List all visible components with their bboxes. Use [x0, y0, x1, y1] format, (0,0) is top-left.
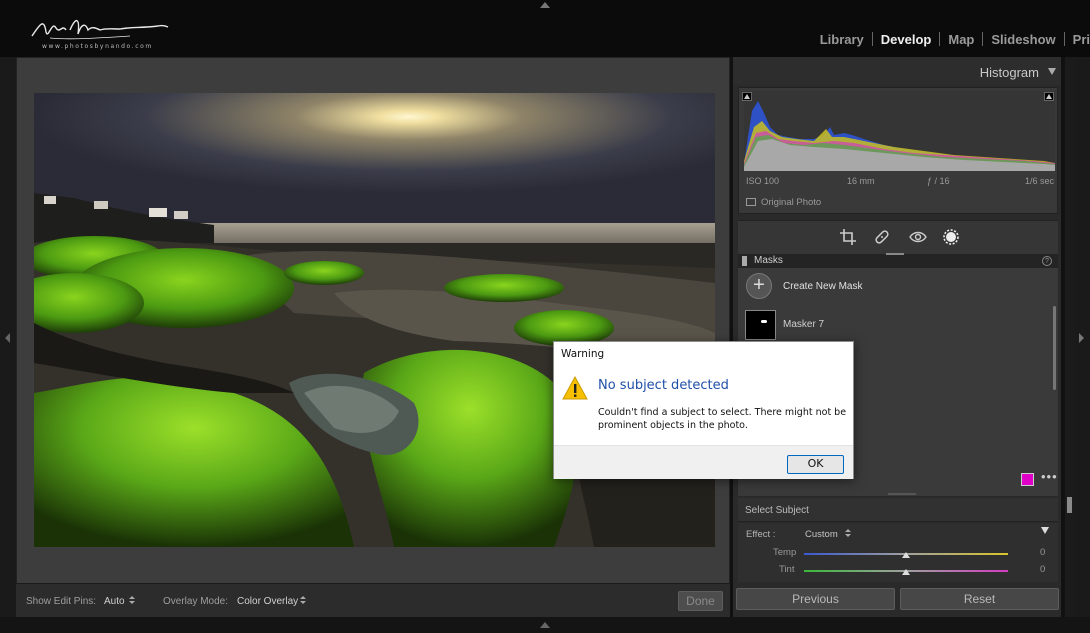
- histogram-chart: [744, 91, 1055, 171]
- effect-spinner-icon[interactable]: [845, 528, 851, 540]
- temp-slider-thumb[interactable]: [902, 552, 910, 558]
- module-slideshow[interactable]: Slideshow: [983, 32, 1063, 47]
- masks-title: Masks: [754, 255, 783, 266]
- module-map[interactable]: Map: [940, 32, 982, 47]
- info-icon[interactable]: ?: [1042, 256, 1052, 266]
- collapse-top-arrow-icon[interactable]: [540, 2, 550, 8]
- effect-preset-select[interactable]: Custom: [805, 529, 838, 540]
- histogram-panel: ISO 100 16 mm ƒ / 16 1/6 sec Original Ph…: [738, 87, 1058, 214]
- edit-pins-spinner-icon[interactable]: [129, 595, 135, 607]
- resize-handle[interactable]: [888, 493, 916, 495]
- warning-icon: [562, 376, 588, 400]
- edit-pins-select[interactable]: Auto: [104, 596, 125, 607]
- original-photo-toggle[interactable]: Original Photo: [746, 197, 821, 208]
- edit-pins-label: Show Edit Pins:: [26, 596, 97, 607]
- temp-value[interactable]: 0: [1040, 547, 1045, 558]
- healing-icon[interactable]: [873, 228, 891, 246]
- exif-aperture: ƒ / 16: [927, 176, 950, 186]
- collapse-right-arrow-icon[interactable]: [1079, 333, 1084, 343]
- right-panel-scroll-thumb[interactable]: [1067, 497, 1072, 513]
- original-photo-label: Original Photo: [761, 197, 822, 208]
- create-mask-label[interactable]: Create New Mask: [783, 281, 862, 292]
- histogram-header[interactable]: Histogram: [733, 57, 1061, 85]
- signature-logo: [31, 20, 169, 40]
- develop-right-panel: Histogram ISO 100 16 mm ƒ / 16 1/6 sec O…: [733, 57, 1061, 617]
- module-picker: Library Develop Map Slideshow Pri: [812, 31, 1090, 47]
- dialog-footer: OK: [554, 445, 853, 479]
- module-develop[interactable]: Develop: [873, 32, 940, 47]
- reset-button[interactable]: Reset: [900, 588, 1059, 610]
- overlay-mode-select[interactable]: Color Overlay: [237, 596, 298, 607]
- highlight-clipping-icon[interactable]: [1044, 92, 1054, 101]
- drag-handle[interactable]: [886, 253, 904, 255]
- shadow-clipping-icon[interactable]: [742, 92, 752, 101]
- photo-canvas: [16, 57, 730, 617]
- histogram-title: Histogram: [979, 65, 1039, 80]
- lightroom-window: www.photosbynando.com Library Develop Ma…: [0, 0, 1090, 633]
- overlay-mode-spinner-icon[interactable]: [300, 595, 306, 607]
- mask-name[interactable]: Masker 7: [783, 319, 824, 330]
- top-bar: www.photosbynando.com Library Develop Ma…: [0, 0, 1090, 57]
- exif-iso: ISO 100: [746, 176, 780, 186]
- select-subject-title: Select Subject: [745, 505, 809, 516]
- masks-scrollbar[interactable]: [1053, 306, 1056, 390]
- red-eye-icon[interactable]: [909, 228, 927, 246]
- masks-panel-icon: [742, 256, 747, 266]
- tint-label: Tint: [779, 564, 795, 575]
- tint-value[interactable]: 0: [1040, 564, 1045, 575]
- exif-focal: 16 mm: [847, 176, 875, 186]
- effect-panel: Effect : Custom Temp 0 Tint 0: [738, 523, 1058, 582]
- crop-icon[interactable]: [839, 228, 857, 246]
- logo-subtext: www.photosbynando.com: [42, 43, 153, 50]
- mask-thumbnail[interactable]: [745, 310, 776, 340]
- masks-header: Masks ?: [738, 253, 1058, 268]
- create-mask-button[interactable]: +: [746, 273, 772, 299]
- dialog-message: Couldn't find a subject to select. There…: [598, 407, 847, 431]
- expand-left-arrow-icon[interactable]: [5, 333, 10, 343]
- exif-shutter: 1/6 sec: [1024, 176, 1054, 186]
- checkbox-icon[interactable]: [746, 198, 756, 206]
- left-panel-collapsed: [0, 57, 16, 617]
- ok-button[interactable]: OK: [787, 455, 844, 474]
- right-panel-edge: [1074, 57, 1090, 617]
- module-print[interactable]: Pri: [1065, 32, 1090, 47]
- masking-icon[interactable]: [942, 228, 960, 246]
- warning-dialog: Warning No subject detected Couldn't fin…: [553, 341, 854, 479]
- overlay-color-swatch[interactable]: [1021, 473, 1034, 486]
- effect-label: Effect :: [746, 529, 776, 540]
- bottom-toolbar: Show Edit Pins: Auto Overlay Mode: Color…: [16, 583, 730, 617]
- histogram-collapse-icon[interactable]: [1048, 68, 1056, 75]
- dialog-heading: No subject detected: [598, 378, 729, 393]
- tint-slider-thumb[interactable]: [902, 569, 910, 575]
- dialog-title: Warning: [561, 348, 605, 360]
- previous-button[interactable]: Previous: [736, 588, 895, 610]
- done-button[interactable]: Done: [678, 591, 723, 611]
- right-panel-scrollbar[interactable]: [1065, 57, 1074, 617]
- select-subject-header: Select Subject: [738, 498, 1058, 522]
- filmstrip-collapsed: [0, 617, 1090, 633]
- overlay-mode-label: Overlay Mode:: [163, 596, 229, 607]
- tool-strip: [738, 220, 1058, 254]
- expand-filmstrip-arrow-icon[interactable]: [540, 622, 550, 628]
- temp-label: Temp: [773, 547, 797, 558]
- more-options-icon[interactable]: •••: [1041, 469, 1058, 484]
- module-library[interactable]: Library: [812, 32, 872, 47]
- effect-collapse-icon[interactable]: [1041, 527, 1049, 534]
